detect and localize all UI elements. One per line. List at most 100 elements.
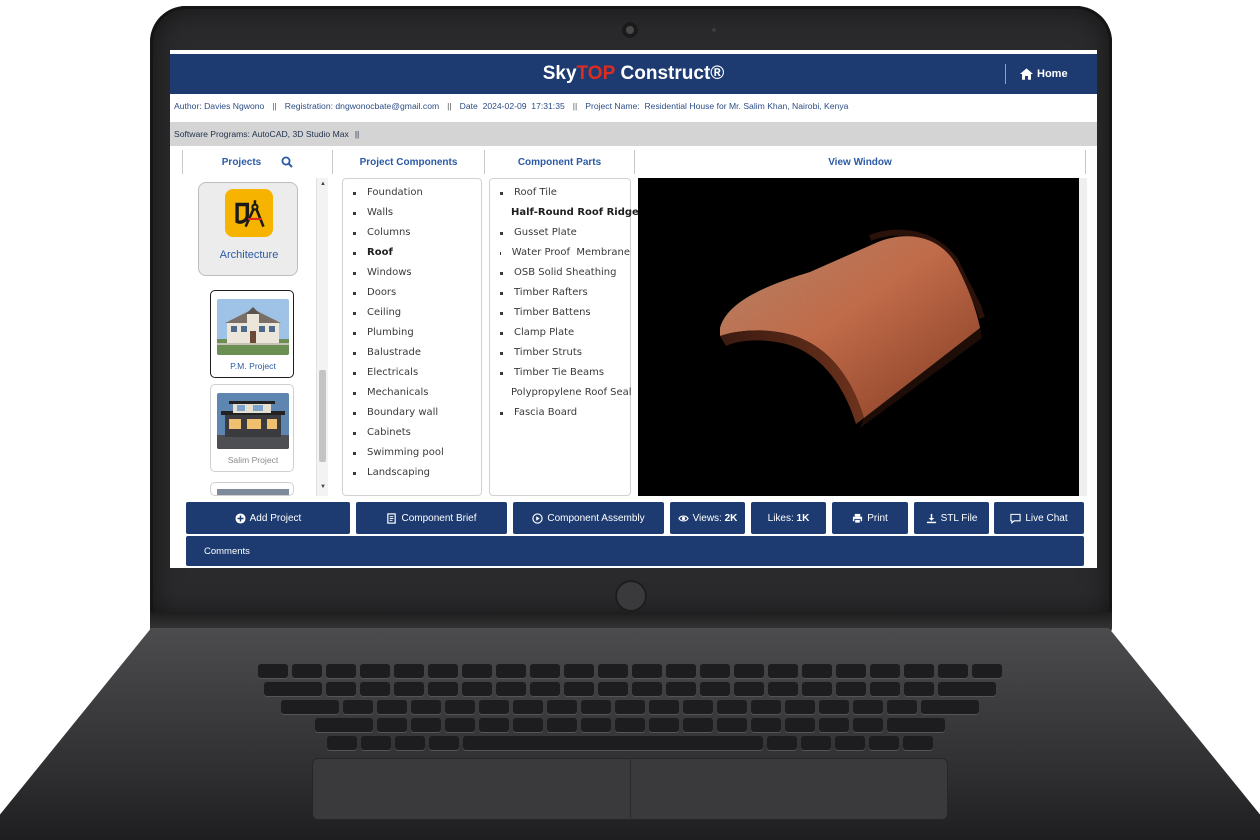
part-item-label: Roof Tile — [514, 187, 557, 198]
keyboard — [160, 664, 1100, 754]
bullet-icon — [353, 391, 356, 395]
component-item[interactable]: Roof — [353, 243, 481, 263]
document-icon — [387, 512, 397, 524]
view-window-scrollbar[interactable] — [1079, 178, 1087, 496]
part-item[interactable]: Timber Battens — [500, 303, 630, 323]
bullet-icon — [353, 311, 356, 315]
component-item[interactable]: Landscaping — [353, 463, 481, 483]
component-item[interactable]: Electricals — [353, 363, 481, 383]
add-project-button[interactable]: Add Project — [186, 502, 350, 534]
component-item-label: Columns — [367, 227, 411, 238]
component-brief-label: Component Brief — [401, 512, 477, 524]
part-item[interactable]: Half-Round Roof Ridge — [500, 203, 639, 223]
scroll-up-icon[interactable]: ▲ — [320, 181, 326, 187]
component-item[interactable]: Windows — [353, 263, 481, 283]
project-card-pm[interactable]: P.M. Project — [210, 290, 294, 378]
bullet-icon — [500, 291, 503, 295]
author-info: Author: Davies Ngwono — [174, 101, 265, 111]
software-info: Software Programs: AutoCAD, 3D Studio Ma… — [174, 129, 349, 139]
likes-label: Likes: — [767, 512, 797, 524]
app-title-suffix: Construct® — [615, 63, 725, 84]
component-item[interactable]: Doors — [353, 283, 481, 303]
half-round-ridge-model — [720, 229, 985, 428]
component-brief-button[interactable]: Component Brief — [356, 502, 507, 534]
stl-file-button[interactable]: STL File — [914, 502, 989, 534]
touchpad — [312, 758, 948, 820]
part-item-label: Timber Battens — [514, 307, 591, 318]
architecture-label: Architecture — [219, 249, 279, 261]
webcam-light — [712, 28, 716, 32]
component-item[interactable]: Balustrade — [353, 343, 481, 363]
chat-bubble-icon — [1010, 513, 1022, 524]
part-item[interactable]: Polypropylene Roof Seal — [500, 383, 632, 403]
architecture-category-card[interactable]: Architecture — [198, 182, 298, 276]
component-item-label: Boundary wall — [367, 407, 439, 418]
bullet-icon — [353, 431, 356, 435]
view-window-header: View Window — [634, 150, 1086, 174]
project-card-salim[interactable]: Salim Project — [210, 384, 294, 472]
info-separator: || — [447, 101, 452, 111]
views-label: Views: — [692, 512, 725, 524]
info-separator: || — [354, 129, 360, 139]
laptop-mockup: Sky TOP Construct® Home Author: Davies Ng… — [0, 0, 1260, 840]
component-item[interactable]: Walls — [353, 203, 481, 223]
part-item[interactable]: Timber Struts — [500, 343, 630, 363]
component-item[interactable]: Columns — [353, 223, 481, 243]
projects-scrollbar[interactable]: ▲ ▼ — [316, 178, 328, 496]
part-item-label: Timber Struts — [514, 347, 582, 358]
part-item[interactable]: Timber Tie Beams — [500, 363, 630, 383]
component-assembly-button[interactable]: Component Assembly — [513, 502, 664, 534]
component-item[interactable]: Boundary wall — [353, 403, 481, 423]
app-title-prefix: Sky — [542, 63, 577, 84]
comments-bar[interactable]: Comments — [186, 536, 1084, 566]
views-counter-button[interactable]: Views: 2K — [670, 502, 745, 534]
scrollbar-thumb[interactable] — [319, 370, 326, 462]
3d-view-window[interactable] — [638, 178, 1079, 496]
navbar-divider — [1005, 64, 1006, 84]
component-item[interactable]: Plumbing — [353, 323, 481, 343]
part-item[interactable]: Gusset Plate — [500, 223, 630, 243]
component-item[interactable]: Ceiling — [353, 303, 481, 323]
home-icon — [1020, 68, 1033, 80]
component-item-label: Foundation — [367, 187, 423, 198]
component-item[interactable]: Cabinets — [353, 423, 481, 443]
search-icon[interactable] — [281, 156, 293, 168]
part-item-label: Fascia Board — [514, 407, 578, 418]
part-item[interactable]: Clamp Plate — [500, 323, 630, 343]
component-item[interactable]: Mechanicals — [353, 383, 481, 403]
projects-header-label: Projects — [221, 156, 262, 168]
print-button[interactable]: Print — [832, 502, 908, 534]
bullet-icon — [353, 231, 356, 235]
registration-info: Registration: dngwonocbate@gmail.com — [284, 101, 440, 111]
live-chat-button[interactable]: Live Chat — [994, 502, 1084, 534]
bullet-icon — [500, 331, 503, 335]
part-item[interactable]: Roof Tile — [500, 183, 630, 203]
home-button[interactable]: Home — [1020, 65, 1068, 83]
likes-counter-button[interactable]: Likes: 1K — [751, 502, 826, 534]
part-item[interactable]: Fascia Board — [500, 403, 630, 423]
printer-icon — [853, 513, 863, 524]
bullet-icon — [500, 271, 503, 275]
part-item-label: Timber Rafters — [514, 287, 588, 298]
scroll-down-icon[interactable]: ▼ — [320, 484, 326, 490]
bullet-icon — [353, 471, 356, 475]
app-screen: Sky TOP Construct® Home Author: Davies Ng… — [170, 50, 1097, 568]
part-item[interactable]: Water Proof Membrane — [500, 243, 630, 263]
laptop-logo — [615, 580, 647, 612]
print-label: Print — [867, 512, 888, 524]
likes-value: 1K — [796, 512, 810, 524]
bullet-icon — [500, 351, 503, 355]
component-item[interactable]: Foundation — [353, 183, 481, 203]
project-card-partial[interactable] — [210, 482, 294, 496]
part-item[interactable]: Timber Rafters — [500, 283, 630, 303]
component-item-label: Balustrade — [367, 347, 421, 358]
bullet-icon — [500, 371, 503, 375]
action-toolbar: Add Project Component Brief Component As… — [186, 502, 1086, 534]
info-separator: || — [572, 101, 578, 111]
part-item[interactable]: OSB Solid Sheathing — [500, 263, 630, 283]
bullet-icon — [353, 451, 356, 455]
project-name-info: Project Name: Residential House for Mr. … — [585, 101, 849, 111]
component-item[interactable]: Swimming pool — [353, 443, 481, 463]
bullet-icon — [500, 411, 503, 415]
part-item-label: Water Proof Membrane — [511, 247, 630, 258]
